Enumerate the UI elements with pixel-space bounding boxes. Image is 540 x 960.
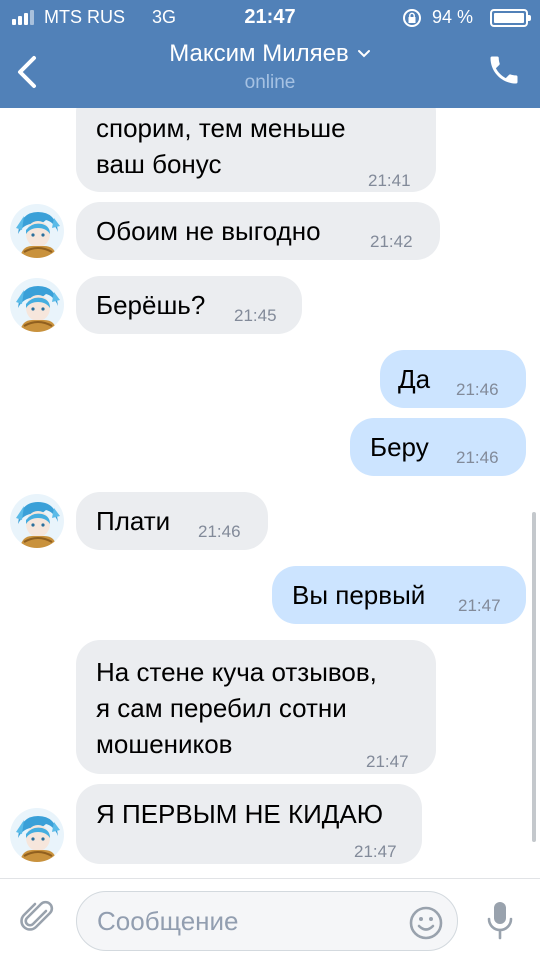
avatar[interactable] <box>10 278 64 332</box>
message-text: Берёшь? <box>96 290 206 320</box>
message-time: 21:45 <box>234 306 277 325</box>
chevron-down-icon[interactable] <box>357 49 371 59</box>
orientation-lock-icon <box>403 9 421 27</box>
status-bar: MTS RUS 3G 21:47 94 % <box>0 0 540 34</box>
incoming-message[interactable]: спорим, тем меньше ваш бонус 21:41 <box>76 108 436 192</box>
message-time: 21:42 <box>370 232 413 251</box>
phone-icon[interactable] <box>486 52 522 88</box>
emoji-icon[interactable] <box>408 905 444 941</box>
message-time: 21:47 <box>458 596 501 615</box>
message-text: Я ПЕРВЫМ НЕ КИДАЮ <box>96 799 384 829</box>
avatar[interactable] <box>10 808 64 862</box>
incoming-message[interactable]: Берёшь? 21:45 <box>76 276 302 334</box>
message-list[interactable]: спорим, тем меньше ваш бонус 21:41 Обоим… <box>0 108 540 878</box>
message-text: Вы первый <box>292 580 426 610</box>
message-time: 21:41 <box>368 171 411 190</box>
message-text: Плати <box>96 506 171 536</box>
message-text: Да <box>398 364 431 394</box>
incoming-message[interactable]: Обоим не выгодно 21:42 <box>76 202 440 260</box>
message-time: 21:46 <box>456 380 499 399</box>
top-bar: MTS RUS 3G 21:47 94 % Максим Миляев onli… <box>0 0 540 108</box>
message-time: 21:47 <box>366 752 409 771</box>
message-text: Обоим не выгодно <box>96 216 321 246</box>
message-text: На стене куча отзывов, я сам перебил сот… <box>96 657 377 759</box>
avatar[interactable] <box>10 494 64 548</box>
incoming-message[interactable]: Плати 21:46 <box>76 492 268 550</box>
outgoing-message[interactable]: Да 21:46 <box>380 350 526 408</box>
message-text: Беру <box>370 432 429 462</box>
message-placeholder: Сообщение <box>97 906 239 936</box>
message-composer: Сообщение <box>0 878 540 960</box>
avatar[interactable] <box>10 204 64 258</box>
message-time: 21:46 <box>198 522 241 541</box>
outgoing-message[interactable]: Беру 21:46 <box>350 418 526 476</box>
contact-name[interactable]: Максим Миляев <box>169 40 348 68</box>
battery-icon <box>490 9 531 27</box>
microphone-icon[interactable] <box>484 899 516 943</box>
paperclip-icon[interactable] <box>18 897 58 937</box>
battery-percent: 94 % <box>432 7 474 27</box>
incoming-message[interactable]: Я ПЕРВЫМ НЕ КИДАЮ 21:47 <box>76 784 422 864</box>
contact-status: online <box>244 72 296 93</box>
message-time: 21:47 <box>354 842 397 861</box>
message-text: спорим, тем меньше ваш бонус <box>96 113 346 179</box>
message-input[interactable]: Сообщение <box>76 891 458 951</box>
scrollbar[interactable] <box>532 512 536 842</box>
incoming-message[interactable]: На стене куча отзывов, я сам перебил сот… <box>76 640 436 774</box>
outgoing-message[interactable]: Вы первый 21:47 <box>272 566 526 624</box>
chat-header[interactable]: Максим Миляев online <box>0 40 540 94</box>
message-time: 21:46 <box>456 448 499 467</box>
